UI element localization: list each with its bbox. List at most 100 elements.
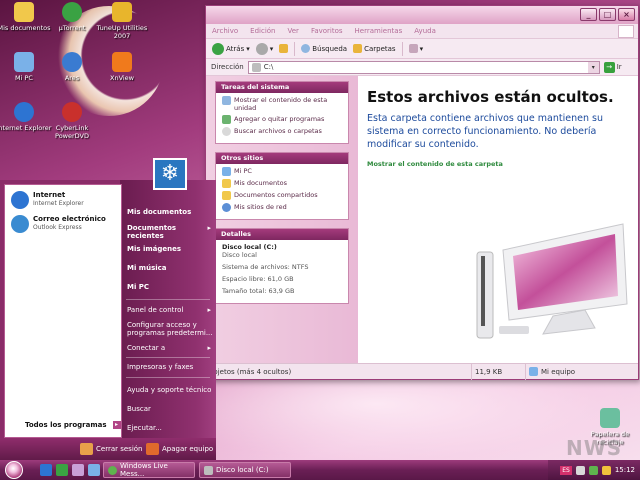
address-input[interactable]: C:\ ▾ [247,60,600,74]
language-indicator[interactable]: ES [560,465,572,475]
quicklaunch-desktop-icon[interactable] [56,464,68,476]
close-button[interactable]: × [618,8,635,21]
up-button[interactable] [279,44,289,53]
tray-security-icon[interactable] [601,465,611,475]
start-impresoras-faxes[interactable]: Impresoras y faxes [127,363,213,371]
go-button[interactable]: → Ir [603,61,622,73]
task-label: Disco local (C:) [216,466,269,474]
task-disco-local[interactable]: Disco local (C:) [199,462,291,478]
computer-illustration-icon [476,223,628,339]
search-label: Búsqueda [312,44,348,53]
panel-title[interactable]: Detalles [216,229,348,240]
desktop-icon-utorrent[interactable]: µTorrent [44,2,100,32]
start-button[interactable] [5,461,23,479]
start-conectar-a[interactable]: Conectar a ▸ [127,344,213,352]
tray-network-icon[interactable] [575,465,585,475]
place-mi-pc[interactable]: Mi PC [222,167,344,176]
logoff-button[interactable]: Cerrar sesión [80,443,142,455]
all-programs-label: Todos los programas [25,421,107,429]
menu-archivo[interactable]: Archivo [212,27,238,35]
main-pane: Estos archivos están ocultos. Esta carpe… [358,76,638,364]
start-mis-documentos[interactable]: Mis documentos [127,208,213,216]
views-button[interactable]: ▾ [408,44,424,53]
toolbar-separator [401,41,403,56]
drive-icon [251,62,261,72]
start-mi-pc[interactable]: Mi PC [127,283,213,291]
minimize-button[interactable]: _ [580,8,597,21]
start-ayuda-soporte[interactable]: Ayuda y soporte técnico [127,386,213,394]
place-label: Mi PC [234,167,252,175]
desktop-icon-ares[interactable]: Ares [44,52,100,82]
menu-ayuda[interactable]: Ayuda [414,27,436,35]
panel-title[interactable]: Tareas del sistema [216,82,348,93]
explorer-window: _ □ × Archivo Edición Ver Favoritos Herr… [205,5,639,380]
shutdown-button[interactable]: Apagar equipo [146,443,213,455]
folders-button[interactable]: Carpetas [353,44,396,53]
start-ejecutar[interactable]: Ejecutar... [127,424,213,432]
start-configurar-acceso[interactable]: Configurar acceso y programas predetermi… [127,321,213,337]
task-add-remove-programs[interactable]: Agregar o quitar programas [222,115,344,124]
desktop-icon-label: µTorrent [58,24,86,32]
menu-edicion[interactable]: Edición [250,27,275,35]
task-windows-live-messenger[interactable]: Windows Live Mess... [103,462,195,478]
desktop-icon-label: Mi PC [15,74,33,82]
task-show-contents[interactable]: Mostrar el contenido de esta unidad [222,96,344,112]
maximize-button[interactable]: □ [599,8,616,21]
forward-button[interactable]: ▾ [255,42,273,55]
task-label: Agregar o quitar programas [234,115,325,123]
start-item-label: Mis documentos [127,208,192,216]
menu-favoritos[interactable]: Favoritos [311,27,343,35]
ares-icon [62,52,82,72]
start-item-label: Impresoras y faxes [127,363,194,371]
start-mi-musica[interactable]: Mi música [127,264,213,272]
tray-messenger-icon[interactable] [588,465,598,475]
start-mis-imagenes[interactable]: Mis imágenes [127,245,213,253]
start-item-label: Documentos recientes [127,224,177,240]
toolbar-separator [294,41,296,56]
task-label: Windows Live Mess... [120,462,168,478]
details-name: Disco local (C:) [222,243,277,251]
desktop-icon-xnview[interactable]: XnView [94,52,150,82]
messenger-icon [108,465,117,475]
chevron-down-icon: ▾ [419,44,424,53]
title-bar[interactable]: _ □ × [206,6,638,24]
desktop-icon-powerdvd[interactable]: CyberLink PowerDVD [44,102,100,140]
system-tray: ES 15:12 [548,460,640,480]
quicklaunch-messenger-icon[interactable] [72,464,84,476]
panel-title[interactable]: Otros sitios [216,153,348,164]
windows-flag-icon [618,25,634,38]
start-panel-de-control[interactable]: Panel de control ▸ [127,306,213,314]
start-pinned-internet[interactable]: Internet Internet Explorer [5,185,121,209]
start-item-label: Buscar [127,405,151,413]
menu-ver[interactable]: Ver [288,27,299,35]
folders-icon [353,44,363,53]
status-location: Mi equipo [526,364,636,380]
start-documentos-recientes[interactable]: Documentos recientes ▸ [127,224,213,240]
quicklaunch-ie-icon[interactable] [40,464,52,476]
powerdvd-icon [62,102,82,122]
place-documentos-compartidos[interactable]: Documentos compartidos [222,191,344,200]
address-dropdown-button[interactable]: ▾ [587,61,599,73]
views-icon [408,44,418,53]
start-item-label: Ayuda y soporte técnico [127,386,212,394]
address-label: Dirección [211,63,244,71]
back-button[interactable]: Atrás ▾ [212,42,250,55]
go-label: Ir [616,63,622,71]
start-pinned-email[interactable]: Correo electrónico Outlook Express [5,209,121,233]
desktop-icon-tuneup[interactable]: TuneUp Utilities 2007 [94,2,150,40]
quicklaunch-media-icon[interactable] [88,464,100,476]
recycle-bin-icon [600,408,620,428]
status-location-text: Mi equipo [541,367,576,376]
start-divider [126,377,210,378]
place-mis-sitios-de-red[interactable]: Mis sitios de red [222,203,344,212]
menu-herramientas[interactable]: Herramientas [355,27,403,35]
place-mis-documentos[interactable]: Mis documentos [222,179,344,188]
task-search-files[interactable]: Buscar archivos o carpetas [222,127,344,136]
user-picture-avatar[interactable]: ❄ [153,158,187,190]
start-item-label: Mis imágenes [127,245,182,253]
all-programs-button[interactable]: Todos los programas ▸ [25,421,121,429]
start-buscar[interactable]: Buscar [127,405,213,413]
clock[interactable]: 15:12 [615,466,635,474]
search-button[interactable]: Búsqueda [301,44,347,53]
show-contents-link[interactable]: Mostrar el contenido de esta carpeta [367,160,638,168]
